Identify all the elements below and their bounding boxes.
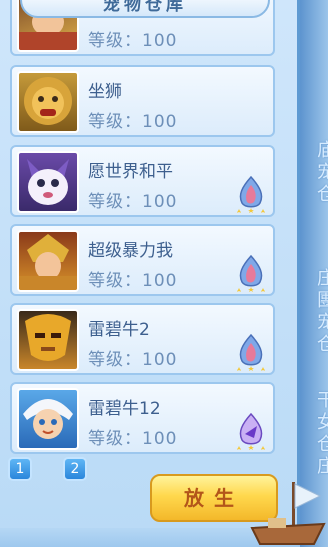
pet-name: 坐狮 (88, 82, 122, 102)
pet-name: 超级暴力我 (88, 241, 173, 261)
pet-card[interactable]: 愿世界和平 等级：100 (10, 145, 275, 217)
flame-gem-3star-icon (237, 254, 265, 292)
background-right-edge: 庙 宠 仓 庄 團 宠 仓 干 女 仓 庄 (300, 0, 328, 547)
pet-card[interactable]: 坐狮 等级：100 (10, 65, 275, 137)
pet-level: 等级：100 (88, 112, 178, 132)
pet-avatar-purple-fox (17, 151, 79, 213)
pet-level: 等级：100 (88, 192, 178, 212)
pet-storage-panel: 等级：100 坐狮 等级：100 愿世界和平 等级：100 超级暴力我 等级：1… (0, 0, 300, 547)
pet-level: 等级：100 (88, 31, 178, 51)
pet-name: 雷碧牛2 (88, 320, 150, 340)
pet-card[interactable]: 雷碧牛12 等级：100 (10, 382, 275, 454)
title-bar: 宠物仓库 (20, 0, 270, 18)
page-title: 宠物仓库 (103, 0, 187, 15)
pet-level: 等级：100 (88, 429, 178, 449)
flame-gem-3star-icon (237, 333, 265, 371)
pet-list[interactable]: 等级：100 坐狮 等级：100 愿世界和平 等级：100 超级暴力我 等级：1… (10, 0, 285, 455)
side-text-2: 庄 團 宠 仓 (317, 268, 328, 355)
pet-level: 等级：100 (88, 271, 178, 291)
purple-gem-3star-icon (237, 412, 265, 450)
side-text-1: 庙 宠 仓 (317, 140, 328, 205)
pet-avatar-guardian-lion (17, 71, 79, 133)
pet-avatar-golden-bull-mask (17, 309, 79, 371)
pet-avatar-golden-armored-hero (17, 230, 79, 292)
pet-name: 雷碧牛12 (88, 399, 161, 419)
page-1-button[interactable]: 1 (8, 457, 32, 481)
flame-gem-3star-icon (237, 175, 265, 213)
ship-decoration-icon (250, 482, 326, 545)
pet-name: 愿世界和平 (88, 162, 173, 182)
pet-avatar-white-haired-elf (17, 388, 79, 450)
pet-card[interactable]: 雷碧牛2 等级：100 (10, 303, 275, 375)
pet-card[interactable]: 超级暴力我 等级：100 (10, 224, 275, 296)
side-text-3: 干 女 仓 庄 (317, 390, 328, 477)
pet-level: 等级：100 (88, 350, 178, 370)
page-2-button[interactable]: 2 (63, 457, 87, 481)
